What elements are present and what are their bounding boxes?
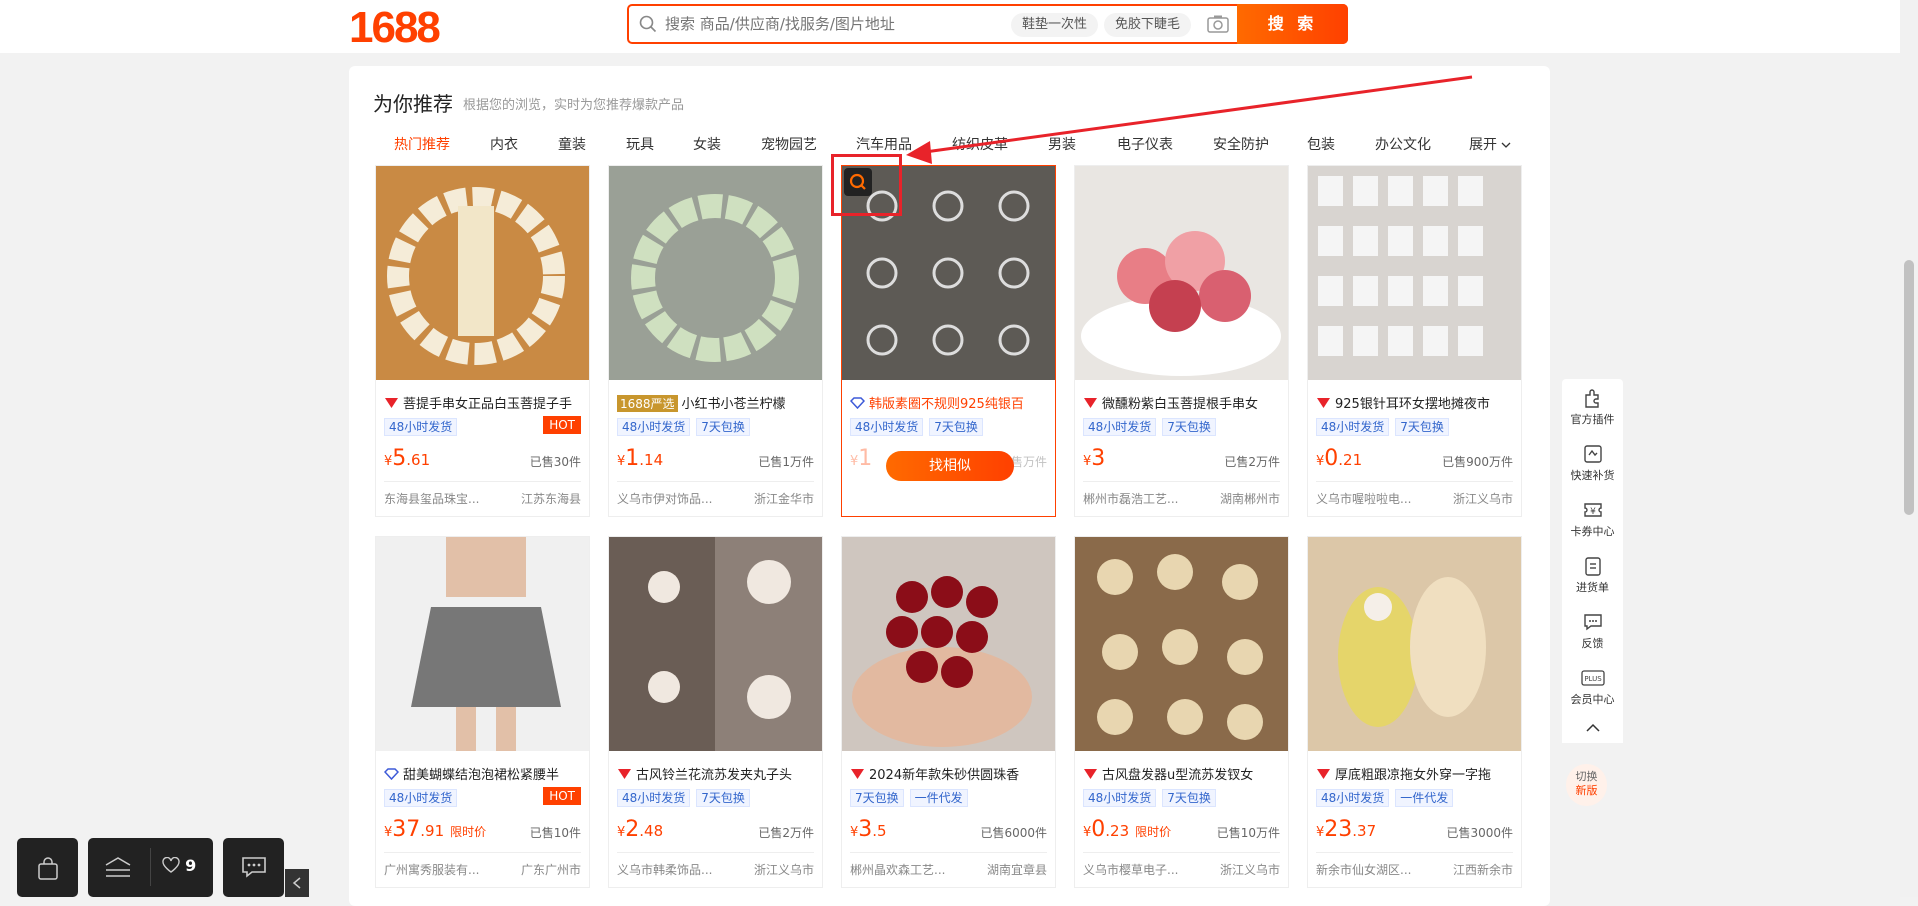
sidebar-item-plugin[interactable]: 官方插件 [1562, 379, 1623, 434]
coupon-icon: ¥ [1583, 503, 1602, 517]
shopping-bag-icon [38, 857, 58, 880]
feedback-icon [1583, 614, 1602, 631]
chat-icon [242, 857, 266, 878]
chevron-up-icon [1585, 723, 1600, 732]
svg-text:¥: ¥ [1590, 507, 1596, 517]
sidebar-item-feedback[interactable]: 反馈 [1562, 603, 1623, 658]
annotation-arrow [906, 75, 1473, 164]
bag-button[interactable] [17, 838, 78, 897]
heart-icon [162, 856, 180, 873]
chevron-left-icon [292, 877, 301, 889]
favorites-count: 9 [185, 856, 197, 875]
chat-button[interactable] [223, 838, 284, 897]
switch-version-button[interactable]: 切换 新版 [1566, 764, 1607, 806]
favorites-button[interactable]: 9 [162, 856, 196, 875]
sidebar-item-restock[interactable]: 快速补货 [1562, 435, 1623, 490]
restock-icon [1583, 445, 1602, 463]
svg-text:PLUS: PLUS [1584, 675, 1602, 683]
sidebar-item-cart[interactable]: 进货单 [1562, 547, 1623, 602]
order-list-icon [1584, 557, 1601, 576]
collapse-toolbar-button[interactable] [285, 869, 309, 897]
sidebar-item-member[interactable]: PLUS 会员中心 [1562, 659, 1623, 714]
right-sidebar: 官方插件 快速补货 ¥ 卡券中心 进货单 反馈 PLUS 会员中心 [1562, 379, 1623, 743]
sidebar-item-coupons[interactable]: ¥ 卡券中心 [1562, 491, 1623, 546]
puzzle-icon [1584, 389, 1599, 408]
toolbar-group: 9 [88, 838, 213, 897]
layers-icon[interactable] [104, 855, 132, 881]
plus-member-icon: PLUS [1580, 670, 1605, 686]
back-to-top-button[interactable] [1562, 712, 1623, 743]
